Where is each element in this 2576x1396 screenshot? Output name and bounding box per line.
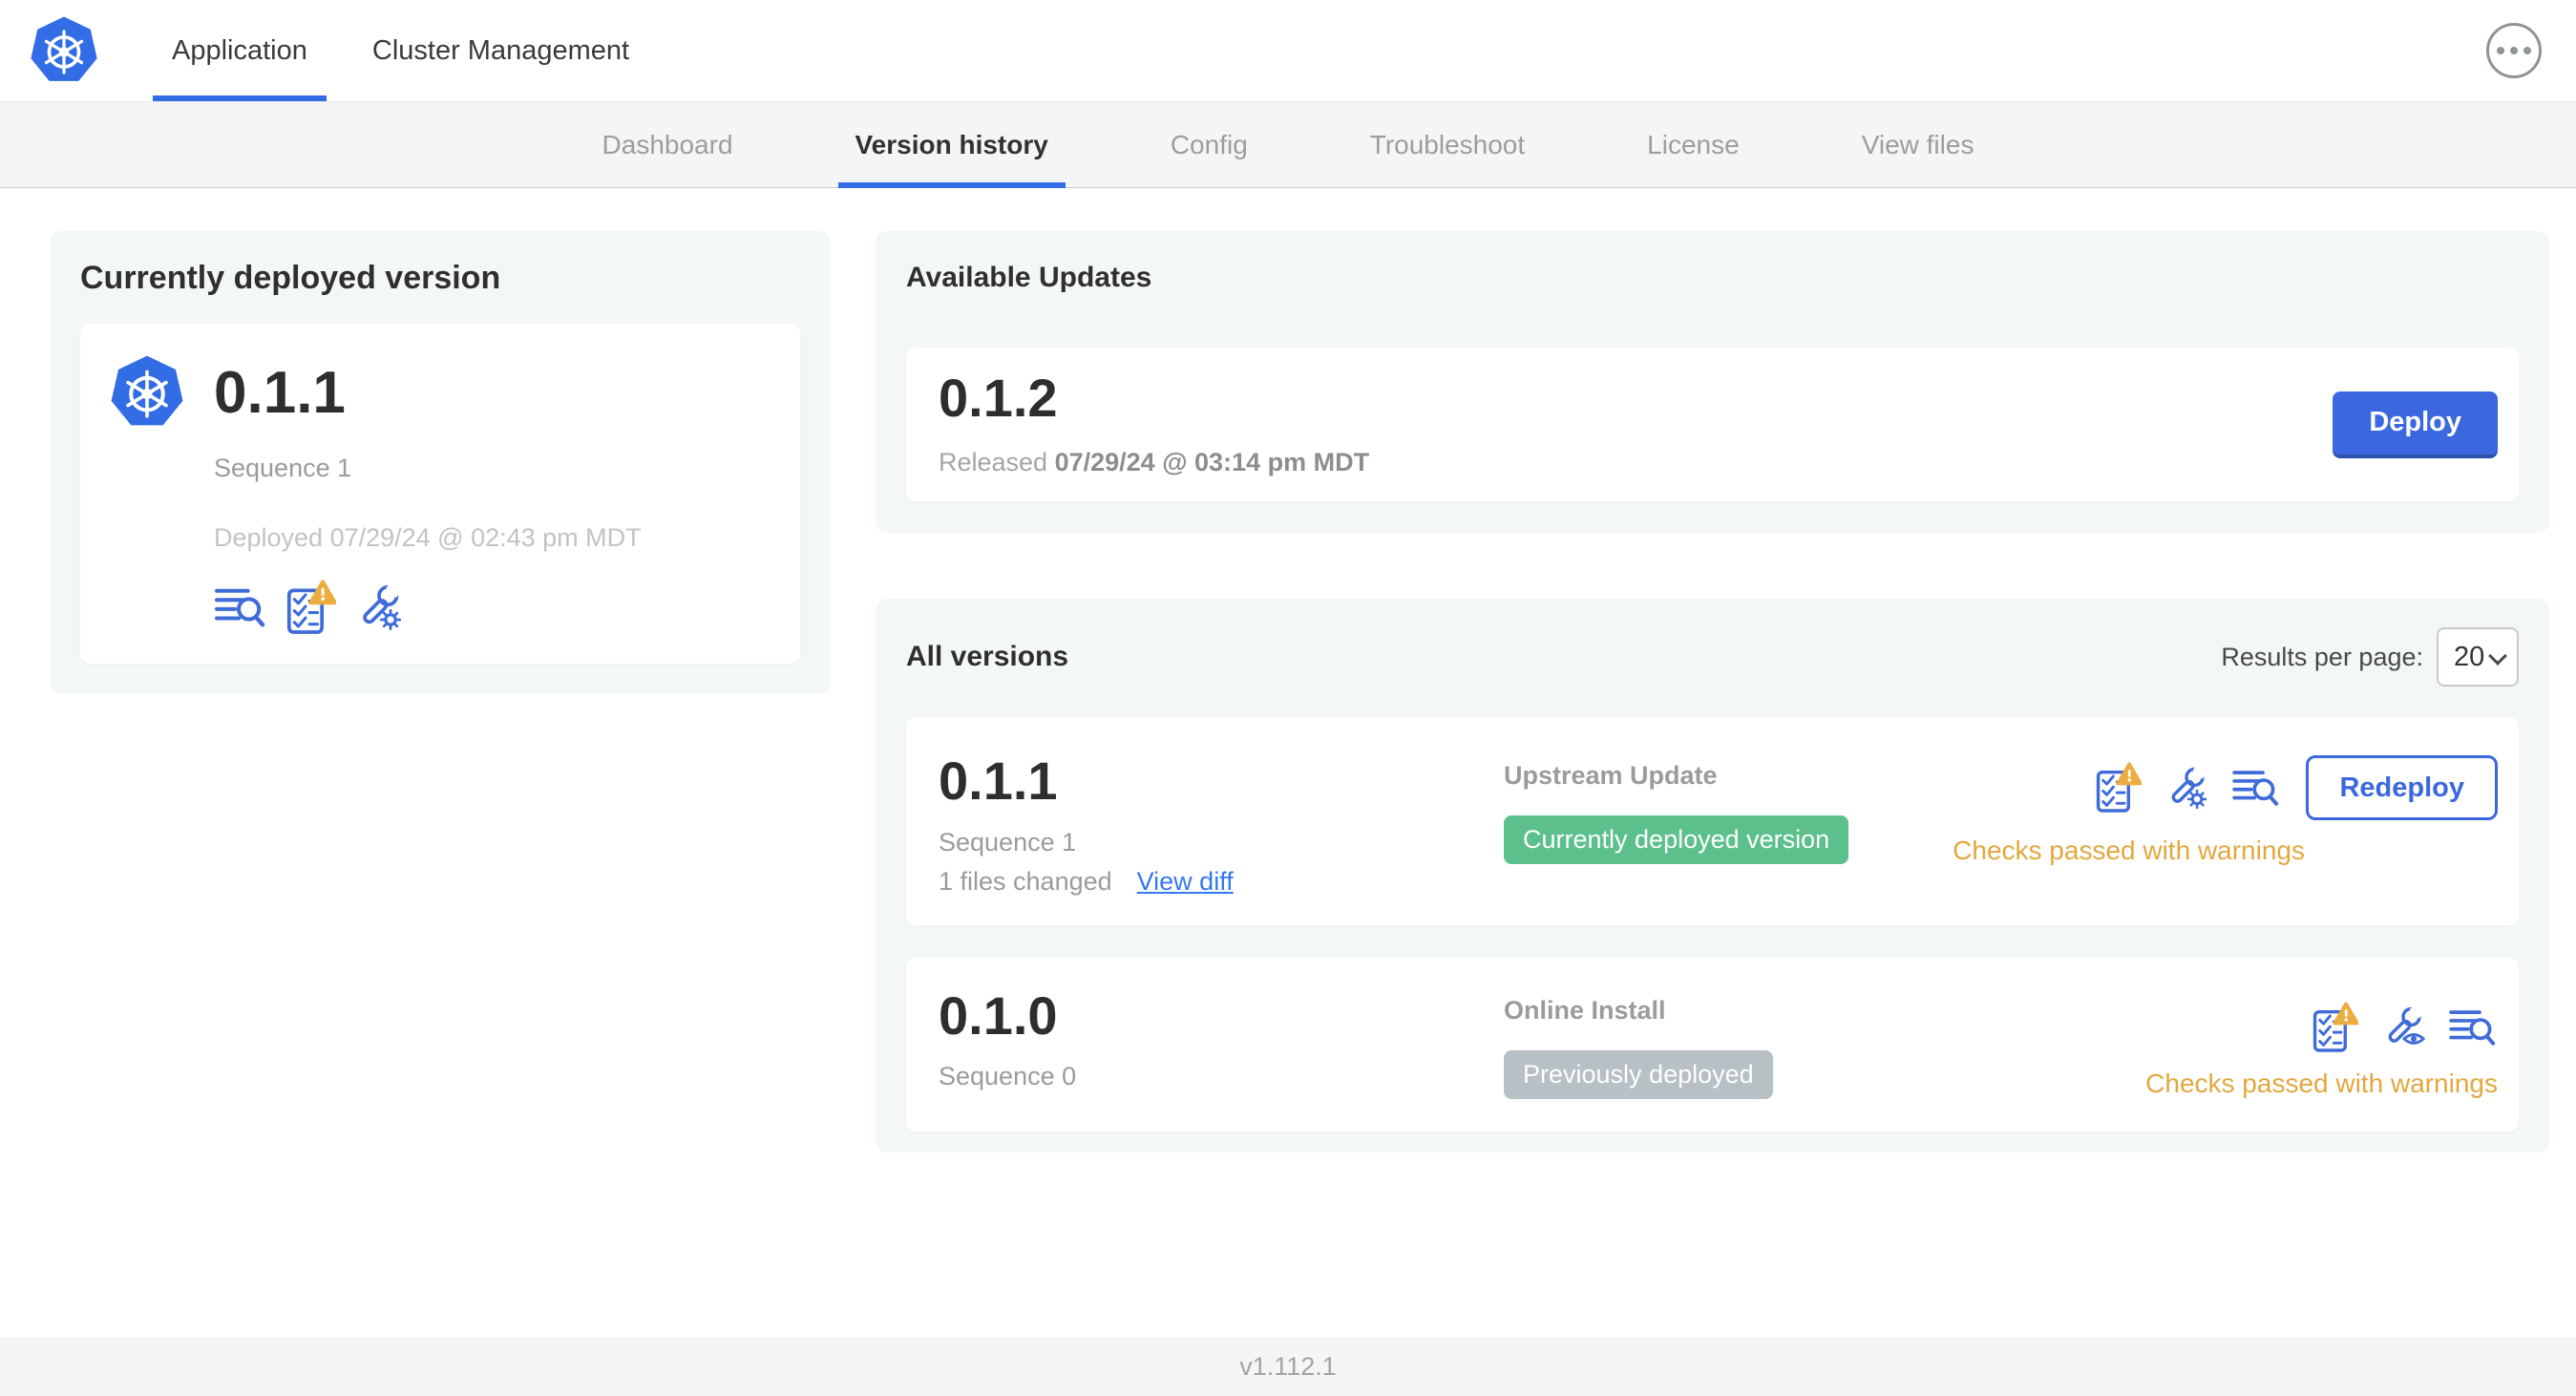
- all-versions-panel: All versions Results per page: 20 0.1.1: [876, 599, 2549, 1153]
- update-released-line: Released 07/29/24 @ 03:14 pm MDT: [939, 448, 2333, 477]
- tab-troubleshoot[interactable]: Troubleshoot: [1309, 102, 1586, 187]
- results-per-page-select[interactable]: 20: [2437, 627, 2519, 687]
- view-diff-link[interactable]: View diff: [1137, 867, 1234, 897]
- release-notes-icon[interactable]: [2448, 1006, 2498, 1048]
- row-version-number: 0.1.1: [939, 751, 1058, 811]
- tab-application[interactable]: Application: [139, 0, 340, 101]
- more-options-button[interactable]: [2486, 23, 2542, 78]
- top-nav-tabs: Application Cluster Management: [139, 0, 662, 101]
- results-per-page-label: Results per page:: [2221, 642, 2423, 671]
- console-version: v1.112.1: [1239, 1351, 1337, 1381]
- tab-config[interactable]: Config: [1109, 102, 1309, 187]
- files-changed-label: 1 files changed: [939, 866, 1112, 896]
- deployed-panel-title: Currently deployed version: [80, 260, 501, 296]
- all-versions-title: All versions: [906, 641, 1069, 672]
- kubernetes-logo-icon: [29, 15, 99, 86]
- preflight-checks-warning-icon[interactable]: [286, 580, 336, 635]
- update-card: 0.1.2 Released 07/29/24 @ 03:14 pm MDT D…: [906, 348, 2519, 501]
- edit-config-icon[interactable]: [2164, 766, 2208, 810]
- redeploy-button[interactable]: Redeploy: [2306, 755, 2498, 820]
- edit-config-icon[interactable]: [355, 583, 403, 631]
- view-config-icon[interactable]: [2381, 1005, 2425, 1049]
- released-label: Released: [939, 448, 1048, 476]
- previously-deployed-badge: Previously deployed: [1504, 1049, 1773, 1099]
- deployed-status-badge: Currently deployed version: [1504, 815, 1849, 864]
- app-kubernetes-icon: [109, 354, 185, 431]
- main-content: Currently deployed version 0.1.1 Sequenc…: [0, 188, 2576, 1337]
- tab-license[interactable]: License: [1586, 102, 1801, 187]
- tab-cluster-management-label: Cluster Management: [371, 34, 630, 66]
- update-version-number: 0.1.2: [939, 368, 1058, 428]
- top-nav: Application Cluster Management: [0, 0, 2576, 102]
- deployed-timestamp: Deployed 07/29/24 @ 02:43 pm MDT: [214, 523, 642, 552]
- row-sequence: Sequence 1: [939, 827, 1077, 857]
- deployed-sequence: Sequence 1: [214, 454, 352, 482]
- preflight-status-link[interactable]: Checks passed with warnings: [1953, 835, 2305, 866]
- ellipsis-icon: [2497, 47, 2531, 54]
- available-updates-title: Available Updates: [906, 262, 1152, 293]
- tab-application-label: Application: [172, 34, 307, 66]
- preflight-checks-warning-icon[interactable]: [2096, 762, 2142, 814]
- release-notes-icon[interactable]: [214, 584, 267, 630]
- chevron-down-icon: 20: [2437, 627, 2519, 687]
- tab-dashboard[interactable]: Dashboard: [541, 102, 794, 187]
- row-sequence: Sequence 0: [939, 1062, 1077, 1091]
- available-updates-panel: Available Updates 0.1.2 Released 07/29/2…: [876, 231, 2549, 533]
- currently-deployed-panel: Currently deployed version 0.1.1 Sequenc…: [50, 231, 831, 694]
- version-row-0-1-1: 0.1.1 Sequence 1 1 files changed View di…: [906, 717, 2519, 925]
- tab-version-history[interactable]: Version history: [794, 102, 1109, 188]
- footer: v1.112.1: [0, 1337, 2576, 1396]
- row-version-number: 0.1.0: [939, 984, 1058, 1046]
- app-subnav: Dashboard Version history Config Trouble…: [0, 102, 2576, 188]
- deployed-version-card: 0.1.1 Sequence 1 Deployed 07/29/24 @ 02:…: [80, 324, 800, 664]
- kots-admin-console: Application Cluster Management Dashboard…: [0, 0, 2576, 1396]
- tab-cluster-management[interactable]: Cluster Management: [340, 0, 662, 101]
- preflight-checks-warning-icon[interactable]: [2312, 1002, 2358, 1053]
- deployed-version-number: 0.1.1: [214, 359, 346, 426]
- version-row-0-1-0: 0.1.0 Sequence 0 Online Install Previous…: [906, 957, 2519, 1132]
- release-notes-icon[interactable]: [2231, 767, 2281, 809]
- row-source-label: Upstream Update: [1504, 761, 1718, 790]
- right-column: Available Updates 0.1.2 Released 07/29/2…: [876, 231, 2549, 1153]
- released-timestamp: 07/29/24 @ 03:14 pm MDT: [1054, 448, 1370, 476]
- deploy-button[interactable]: Deploy: [2333, 391, 2498, 458]
- results-per-page: Results per page: 20: [2221, 627, 2519, 687]
- tab-view-files[interactable]: View files: [1801, 102, 2036, 187]
- row-source-label: Online Install: [1504, 995, 1666, 1025]
- preflight-status-link[interactable]: Checks passed with warnings: [2145, 1068, 2498, 1099]
